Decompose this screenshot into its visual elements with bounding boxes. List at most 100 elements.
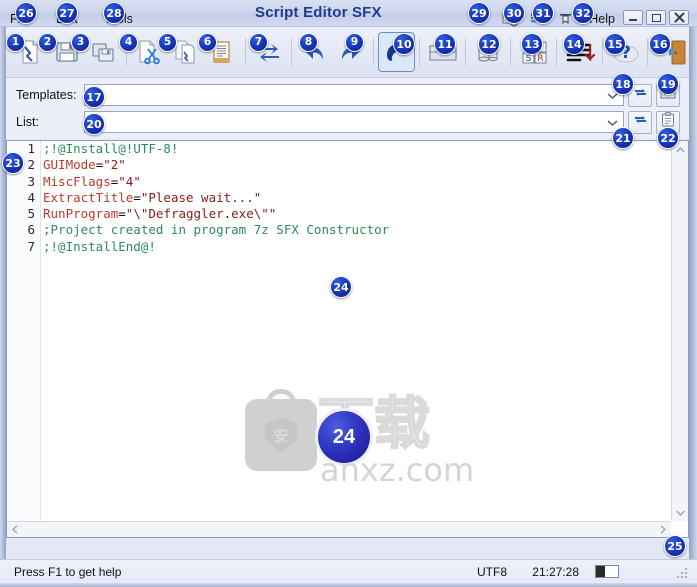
annotation-badge-20: 20 [83,113,105,135]
window-controls [623,10,689,25]
toolbar-separator [418,38,420,66]
toolbar-separator [245,38,247,66]
code-token: ;Project created in program 7z SFX Const… [43,222,390,238]
templates-combobox[interactable] [84,84,624,106]
annotation-badge-27: 27 [56,2,78,24]
code-token: "4" [118,173,141,189]
code-line: RunProgram="\"Defraggler.exe\"" [43,206,670,222]
script-editor[interactable]: 1234567 ;!@Install@!UTF-8! GUIMode="2" Mis… [6,140,689,538]
line-number: 5 [27,206,35,222]
editor-gutter: 1234567 [7,141,41,537]
templates-row: Templates: [6,82,689,108]
svg-text:R: R [537,54,543,64]
resize-grip[interactable] [677,568,689,580]
annotation-badge-17: 17 [83,86,105,108]
code-token: MiscFlags [43,173,111,189]
scroll-left-icon[interactable] [7,522,23,538]
toolbar-save-all-button[interactable] [85,32,122,72]
line-number: 7 [27,238,35,254]
code-token: RunProgram [43,206,119,222]
window-right-border [689,0,697,587]
editor-horizontal-scrollbar[interactable] [7,521,671,537]
annotation-badge-13: 13 [521,33,543,55]
code-line: ExtractTitle="Please wait..." [43,190,670,206]
save-all-icon [90,38,118,66]
code-token: "\"Defraggler [125,206,224,222]
status-bar: Press F1 to get help UTF8 21:27:28 [0,559,697,583]
editor-vscroll-track[interactable] [672,158,688,504]
application-window: Script Editor SFX File Edit Tools [0,0,697,587]
toolbar-separator [464,38,466,66]
code-token: "2" [103,157,126,173]
code-line: ;Project created in program 7z SFX Const… [43,222,670,238]
annotation-badge-25: 25 [664,535,686,557]
status-time: 21:27:28 [532,564,579,579]
annotation-badge-2: 2 [38,33,57,52]
annotation-badge-26: 26 [15,2,37,24]
annotation-badge-24: 24 [330,276,352,298]
code-token: GUIMode [43,157,96,173]
toolbar-separator [510,38,512,66]
annotation-badge-5: 5 [158,33,177,52]
status-hint: Press F1 to get help [14,564,122,579]
toolbar-separator [373,38,375,66]
annotation-badge-6: 6 [198,33,217,52]
annotation-badge-19: 19 [657,73,679,95]
selectors-panel: Templates: List: [6,78,689,138]
annotation-badge-21: 21 [612,127,634,149]
annotation-badge-4: 4 [119,33,138,52]
status-encoding: UTF8 [477,564,507,579]
status-insert-mode [595,565,619,578]
annotation-badge-10: 10 [393,33,415,55]
svg-text:S: S [525,54,531,64]
toolbar-separator [601,38,603,66]
code-line: ;!@Install@!UTF-8! [43,141,670,157]
toolbar-separator [555,38,557,66]
code-line: ;!@InstallEnd@! [43,239,670,255]
code-line: GUIMode="2" [43,157,670,173]
annotation-badge-28: 28 [103,2,125,24]
sync-icon [633,112,648,132]
annotation-badge-14: 14 [563,33,585,55]
annotation-badge-1: 1 [6,33,25,52]
annotation-badge-29: 29 [468,2,490,24]
minimize-button[interactable] [623,10,643,25]
annotation-badge-3: 3 [71,33,90,52]
code-token: = [133,189,141,205]
annotation-badge-8: 8 [299,33,318,52]
code-token: ;!@Install@!UTF-8! [43,141,179,156]
list-combobox[interactable] [84,111,624,133]
chevron-down-icon[interactable] [606,116,619,129]
annotation-badge-31: 31 [532,2,554,24]
scroll-right-icon[interactable] [655,522,671,538]
scroll-down-icon[interactable] [672,504,688,521]
templates-label: Templates: [16,88,77,102]
close-button[interactable] [669,10,689,25]
editor-vertical-scrollbar[interactable] [671,141,688,521]
list-row: List: [6,109,689,135]
sync-icon [633,85,648,105]
code-token: = [118,206,126,222]
window-bottom-border [0,583,697,587]
maximize-button[interactable] [646,10,666,25]
window-title: Script Editor SFX [255,4,382,21]
annotation-badge-9: 9 [345,33,364,52]
toolbar-separator [290,38,292,66]
annotation-badge-18: 18 [612,73,634,95]
annotation-badge-32: 32 [572,2,594,24]
list-label: List: [16,115,39,129]
annotation-badge-11: 11 [434,33,456,55]
code-token: "Please wait..." [140,189,262,205]
annotation-badge-15: 15 [604,33,626,55]
annotation-badge-30: 30 [503,2,525,24]
annotation-badge-23: 23 [2,152,24,174]
editor-code-area[interactable]: ;!@Install@!UTF-8! GUIMode="2" MiscFlags="… [43,141,670,521]
code-token: ExtractTitle [43,189,134,205]
code-line: MiscFlags="4" [43,174,670,190]
list-refresh-button[interactable] [628,110,652,134]
line-number: 3 [27,173,35,189]
annotation-badge-7: 7 [249,33,268,52]
code-token: ;!@InstallEnd@! [43,238,156,254]
line-number: 4 [27,189,35,205]
code-token: exe\"" [231,206,277,222]
